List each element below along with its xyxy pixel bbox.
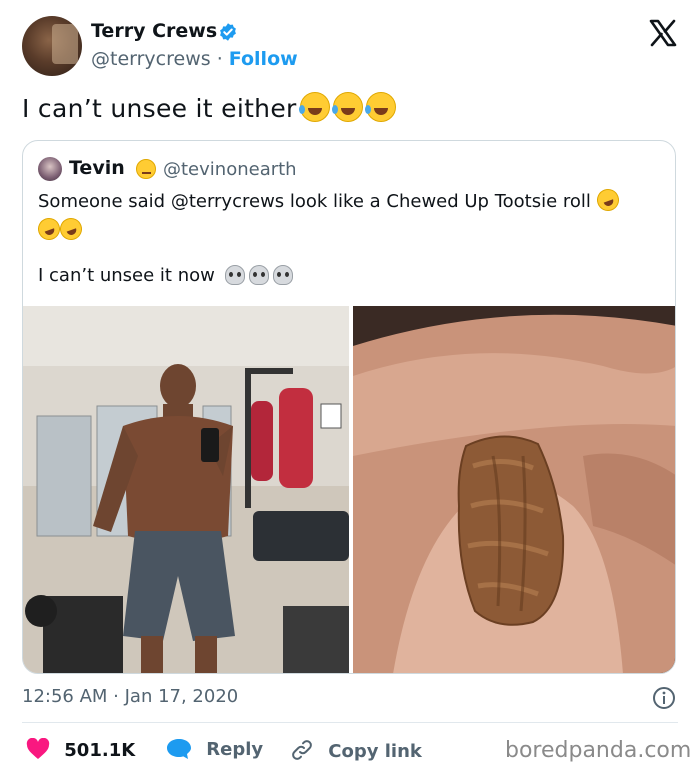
reply-bubble-icon [167,739,191,759]
laughing-tears-emoji-icon [298,92,330,122]
divider [22,722,678,723]
unamused-face-emoji-icon [136,159,156,179]
laughing-tears-emoji-icon [331,92,363,122]
quoted-text-line-3: I can’t unsee it now [38,265,293,286]
verified-badge-icon [220,23,236,41]
separator-dot: · [216,48,223,70]
info-icon[interactable] [652,686,676,710]
quoted-text-content-2: I can’t unsee it now [38,265,215,286]
like-action[interactable]: 501.1K [26,737,136,761]
author-name[interactable]: Terry Crews [91,20,217,42]
quoted-author-avatar[interactable] [38,157,62,181]
quoted-author-name[interactable]: Tevin [69,157,125,179]
copy-link-action[interactable]: Copy link [290,738,422,762]
link-icon [292,740,312,760]
x-logo-icon[interactable] [648,18,678,48]
author-avatar[interactable] [22,16,82,76]
reply-label: Reply [206,739,264,760]
author-handle[interactable]: @terrycrews [91,48,211,70]
tweet-text: I can’t unsee it either [22,92,396,123]
like-count: 501.1K [64,740,136,761]
tweet-text-content: I can’t unsee it either [22,94,297,123]
quoted-tweet-card[interactable]: Tevin @tevinonearth Someone said @terryc… [22,140,676,674]
quoted-author-handle[interactable]: @tevinonearth [163,159,297,180]
laughing-tears-emoji-icon [364,92,396,122]
reply-action[interactable]: Reply [166,738,263,760]
tootsie-roll-photo[interactable] [353,306,676,674]
author-handle-row: @terrycrews · Follow [91,48,298,70]
copy-link-label: Copy link [328,741,422,762]
heart-icon [26,737,50,759]
skull-emoji-icon [248,265,269,285]
follow-button[interactable]: Follow [229,48,298,70]
skull-emoji-icon [224,265,245,285]
rolling-laughing-emoji-icon [593,185,622,215]
tweet-timestamp[interactable]: 12:56 AM · Jan 17, 2020 [22,686,238,707]
boredpanda-watermark: boredpanda.com [505,738,692,763]
rolling-laughing-emoji-icon [56,214,86,244]
quoted-text-content: Someone said @terrycrews look like a Che… [38,191,591,212]
quoted-text-line-1: Someone said @terrycrews look like a Che… [34,185,622,244]
skull-emoji-icon [272,265,293,285]
gym-selfie-photo[interactable] [23,306,349,674]
